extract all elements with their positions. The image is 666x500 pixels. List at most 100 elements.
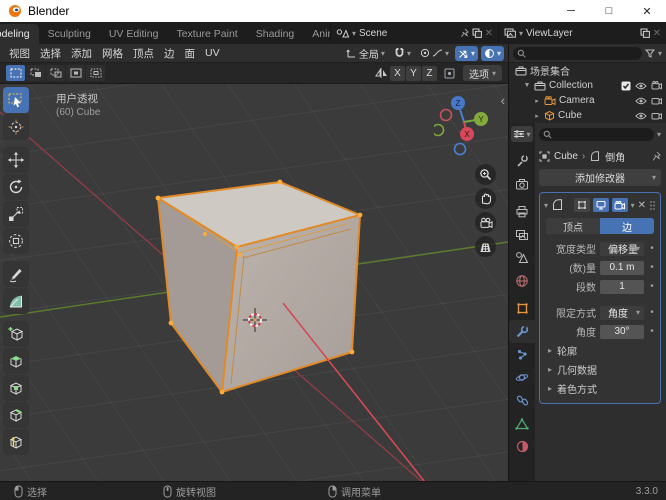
minimize-button[interactable]: ─ [552,0,590,22]
tool-move[interactable] [3,147,29,173]
render-display-toggle[interactable] [611,198,628,212]
tool-extrude[interactable] [3,348,29,374]
tab-animation[interactable]: Animation [303,24,330,44]
tab-material[interactable] [509,435,535,458]
mirror-x-button[interactable]: X [389,65,405,81]
pan-button[interactable] [475,188,496,209]
tool-rotate[interactable] [3,174,29,200]
mirror-y-button[interactable]: Y [405,65,421,81]
remove-modifier-icon[interactable]: ✕ [638,200,646,211]
expand-icon[interactable]: ▸ [533,112,541,120]
menu-vertex[interactable]: 顶点 [128,46,159,61]
select-mode-subtract[interactable] [46,65,65,81]
editmode-display-toggle[interactable] [573,198,590,212]
expand-icon[interactable]: ▼ [523,82,531,89]
navigation-gizmo[interactable]: Z Y X [434,90,496,156]
segments-input[interactable]: 1 [600,279,644,294]
pin-icon[interactable] [460,28,469,38]
menu-edge[interactable]: 边 [159,46,180,61]
checkbox-icon[interactable] [621,81,631,91]
animate-dot-icon[interactable]: • [648,281,656,292]
menu-uv[interactable]: UV [200,47,225,59]
tool-scale[interactable] [3,201,29,227]
render-visibility-icon[interactable] [651,111,662,120]
tool-select-box[interactable] [3,87,29,113]
render-visibility-icon[interactable] [651,96,662,105]
maximize-button[interactable]: □ [590,0,628,22]
close-button[interactable]: ✕ [628,0,666,22]
tab-scene[interactable] [509,246,535,269]
eye-icon[interactable] [635,97,647,105]
remove-viewlayer-icon[interactable]: ✕ [653,28,661,39]
outliner-row-collection[interactable]: ▼ Collection [509,78,666,93]
xray-toggle[interactable]: ▾ [454,45,478,61]
animate-dot-icon[interactable]: • [648,262,656,273]
tool-measure[interactable] [3,288,29,314]
section-profile[interactable]: ▸ 轮廓 [544,342,656,359]
unlink-scene-icon[interactable]: ✕ [485,28,493,39]
outliner-row-scene-collection[interactable]: 场景集合 [509,63,666,78]
tab-physics[interactable] [509,366,535,389]
tab-output[interactable] [509,200,535,223]
zoom-button[interactable] [475,164,496,185]
tab-object-data[interactable] [509,412,535,435]
select-mode-intersect[interactable] [86,65,105,81]
mirror-z-button[interactable]: Z [421,65,437,81]
shading-mode-toggle[interactable]: ▾ [480,45,504,61]
tool-annotate[interactable] [3,261,29,287]
outliner-search-input[interactable] [513,46,642,60]
tab-constraints[interactable] [509,389,535,412]
tab-shading[interactable]: Shading [247,24,304,44]
tab-modeling[interactable]: Modeling [0,24,39,44]
outliner-row-cube[interactable]: ▸ Cube [509,108,666,123]
angle-input[interactable]: 30° [600,324,644,339]
width-type-dropdown[interactable]: 偏移量 ▾ [600,241,644,256]
mode-edges-button[interactable]: 边 [600,218,654,234]
tab-tool[interactable] [509,149,535,172]
snap-target-icon[interactable] [443,67,457,80]
select-mode-extend[interactable] [26,65,45,81]
tab-uv-editing[interactable]: UV Editing [100,24,168,44]
eye-icon[interactable] [635,112,647,120]
menu-select[interactable]: 选择 [35,46,66,61]
cube-mesh[interactable] [155,179,363,395]
amount-input[interactable]: 0.1 m [600,260,644,275]
eye-icon[interactable] [635,82,647,90]
tool-transform[interactable] [3,228,29,254]
breadcrumb-modifier[interactable]: 倒角 [605,149,625,164]
animate-dot-icon[interactable]: • [648,326,656,337]
menu-view[interactable]: 视图 [4,46,35,61]
animate-dot-icon[interactable]: • [648,243,656,254]
select-mode-invert[interactable] [66,65,85,81]
options-dropdown[interactable]: 选项 ▾ [462,65,502,81]
chevron-down-icon[interactable]: ▾ [657,130,661,139]
breadcrumb-object[interactable]: Cube [554,151,578,162]
collapse-sidebar-icon[interactable]: ‹ [501,94,505,107]
toggle-ortho-button[interactable] [475,236,496,257]
viewport-canvas[interactable]: 用户透视 (60) Cube Z Y X ‹ [0,84,508,481]
tool-bevel[interactable] [3,402,29,428]
section-geometry[interactable]: ▸ 几何数据 [544,361,656,378]
modifier-extras-icon[interactable]: ▾ [631,201,635,210]
mirror-icon[interactable] [375,67,389,79]
tool-add-cube[interactable] [3,321,29,347]
outliner-row-camera[interactable]: ▸ Camera [509,93,666,108]
drag-handle-icon[interactable] [649,200,656,211]
add-modifier-button[interactable]: 添加修改器 ▾ [539,169,661,186]
expand-icon[interactable]: ▸ [533,97,541,105]
editor-type-button[interactable]: ▾ [511,126,533,142]
gizmo-neg-y[interactable] [434,123,445,137]
proportional-edit-toggle[interactable]: ▾ [417,46,452,61]
menu-mesh[interactable]: 网格 [97,46,128,61]
animate-dot-icon[interactable]: • [648,307,656,318]
tab-sculpting[interactable]: Sculpting [39,24,100,44]
scene-selector[interactable]: ▾ Scene ✕ [330,24,498,42]
section-shading[interactable]: ▸ 着色方式 [544,380,656,397]
select-mode-new[interactable] [6,65,25,81]
viewlayer-selector[interactable]: ▾ ViewLayer ✕ [498,24,666,42]
menu-face[interactable]: 面 [180,46,201,61]
new-viewlayer-icon[interactable] [640,28,650,38]
pin-icon[interactable] [651,151,661,162]
camera-view-button[interactable] [475,212,496,233]
gizmo-neg-x[interactable] [439,108,453,122]
